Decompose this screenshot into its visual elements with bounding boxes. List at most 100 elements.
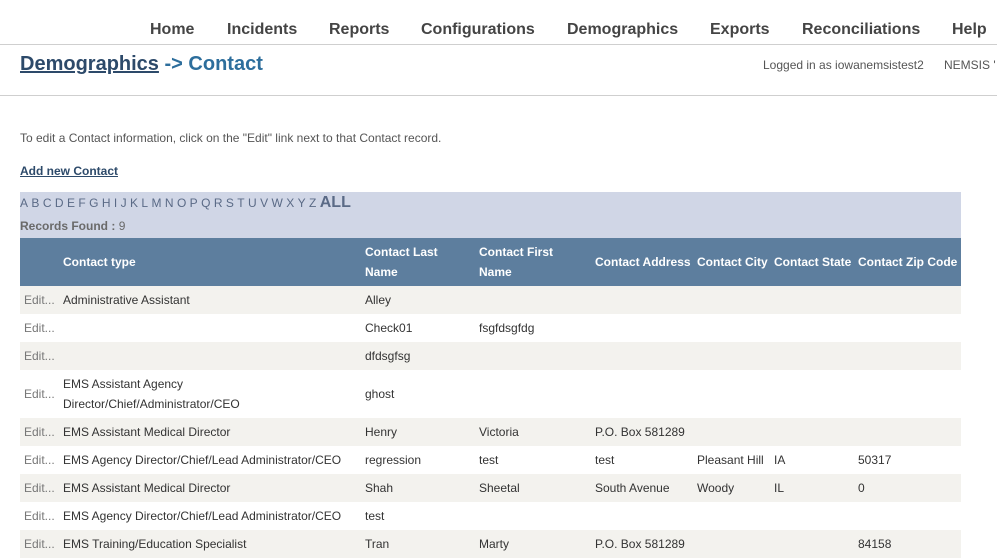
alphabet-filter: A B C D E F G H I J K L M N O P Q R S T U V W X Y Z ALL Records Fo… bbox=[20, 192, 961, 238]
records-found-count: 9 bbox=[118, 219, 126, 233]
filter-letter-v[interactable]: V bbox=[260, 196, 268, 210]
header-contact-address: Contact Address bbox=[595, 255, 691, 269]
cell-first-name bbox=[479, 286, 589, 314]
cell-city bbox=[697, 370, 769, 418]
filter-letter-q[interactable]: Q bbox=[201, 196, 210, 210]
nav-help[interactable]: Help bbox=[952, 21, 987, 39]
cell-zip-code: 0 bbox=[858, 481, 865, 495]
table-row: Edit... Administrative Assistant Alley bbox=[20, 286, 961, 314]
edit-link[interactable]: Edit... bbox=[24, 474, 55, 502]
cell-zip-code: 84158 bbox=[858, 537, 892, 551]
edit-link[interactable]: Edit... bbox=[24, 446, 55, 474]
filter-letter-m[interactable]: M bbox=[151, 196, 161, 210]
filter-letter-u[interactable]: U bbox=[248, 196, 257, 210]
cell-contact-type bbox=[63, 342, 358, 370]
edit-link[interactable]: Edit... bbox=[24, 418, 55, 446]
edit-link[interactable]: Edit... bbox=[24, 502, 55, 530]
cell-state: IL bbox=[774, 481, 785, 495]
cell-first-name: Marty bbox=[479, 537, 509, 551]
cell-last-name: test bbox=[365, 509, 385, 523]
edit-link[interactable]: Edit... bbox=[24, 370, 55, 418]
filter-letter-l[interactable]: L bbox=[141, 196, 148, 210]
cell-state bbox=[774, 502, 852, 530]
cell-state bbox=[774, 418, 852, 446]
cell-city bbox=[697, 418, 769, 446]
add-new-contact-link[interactable]: Add new Contact bbox=[20, 164, 118, 178]
nav-reports[interactable]: Reports bbox=[329, 21, 389, 39]
cell-state bbox=[774, 314, 852, 342]
nav-configurations[interactable]: Configurations bbox=[421, 21, 535, 39]
cell-last-name: ghost bbox=[365, 387, 395, 401]
filter-letter-r[interactable]: R bbox=[214, 196, 223, 210]
cell-first-name: Victoria bbox=[479, 425, 519, 439]
nav-demographics[interactable]: Demographics bbox=[567, 21, 678, 39]
breadcrumb: Demographics -> Contact bbox=[20, 53, 263, 76]
edit-link[interactable]: Edit... bbox=[24, 286, 55, 314]
header-contact-last-name: Contact Last Name bbox=[365, 245, 438, 279]
table-row: Edit... EMS Training/Education Specialist… bbox=[20, 530, 961, 558]
cell-state bbox=[774, 342, 852, 370]
filter-letter-h[interactable]: H bbox=[102, 196, 111, 210]
filter-letter-j[interactable]: J bbox=[121, 196, 127, 210]
nav-incidents[interactable]: Incidents bbox=[227, 21, 297, 39]
header-contact-zip: Contact Zip Code bbox=[858, 255, 958, 269]
cell-contact-type: EMS Assistant Agency Director/Chief/Admi… bbox=[63, 377, 240, 411]
filter-letter-b[interactable]: B bbox=[31, 196, 39, 210]
nav-reconciliations[interactable]: Reconciliations bbox=[802, 21, 920, 39]
edit-link[interactable]: Edit... bbox=[24, 314, 55, 342]
cell-contact-type: EMS Agency Director/Chief/Lead Administr… bbox=[63, 509, 342, 523]
filter-letter-n[interactable]: N bbox=[165, 196, 174, 210]
cell-city bbox=[697, 502, 769, 530]
cell-first-name bbox=[479, 342, 589, 370]
cell-last-name: Shah bbox=[365, 481, 394, 495]
cell-address bbox=[595, 286, 691, 314]
filter-letter-f[interactable]: F bbox=[78, 196, 85, 210]
filter-letter-y[interactable]: Y bbox=[298, 196, 306, 210]
filter-letter-t[interactable]: T bbox=[237, 196, 244, 210]
table-row: Edit... dfdsgfsg bbox=[20, 342, 961, 370]
filter-letter-c[interactable]: C bbox=[43, 196, 52, 210]
filter-all[interactable]: ALL bbox=[320, 194, 351, 211]
cell-last-name: Check01 bbox=[365, 321, 413, 335]
nav-exports[interactable]: Exports bbox=[710, 21, 770, 39]
filter-letter-g[interactable]: G bbox=[89, 196, 98, 210]
table-row: Edit... Check01 fsgfdsgfdg bbox=[20, 314, 961, 342]
header-contact-type: Contact type bbox=[63, 255, 136, 269]
cell-city bbox=[697, 342, 769, 370]
cell-zip-code bbox=[858, 418, 958, 446]
nav-home[interactable]: Home bbox=[150, 21, 194, 39]
cell-state: IA bbox=[774, 453, 786, 467]
filter-letter-i[interactable]: I bbox=[114, 196, 117, 210]
cell-zip-code bbox=[858, 286, 958, 314]
filter-letter-w[interactable]: W bbox=[271, 196, 282, 210]
cell-last-name: dfdsgfsg bbox=[365, 349, 411, 363]
filter-letter-z[interactable]: Z bbox=[309, 196, 316, 210]
edit-link[interactable]: Edit... bbox=[24, 530, 55, 558]
breadcrumb-demographics-link[interactable]: Demographics bbox=[20, 53, 159, 75]
table-row: Edit... EMS Assistant Medical Director Hen… bbox=[20, 418, 961, 446]
filter-letter-p[interactable]: P bbox=[190, 196, 198, 210]
cell-contact-type: EMS Assistant Medical Director bbox=[63, 481, 231, 495]
filter-letter-e[interactable]: E bbox=[67, 196, 75, 210]
cell-city bbox=[697, 530, 769, 558]
breadcrumb-separator: -> bbox=[164, 53, 183, 75]
filter-letter-k[interactable]: K bbox=[130, 196, 138, 210]
nemsis-version: NEMSIS ' bbox=[944, 58, 996, 72]
filter-letter-d[interactable]: D bbox=[55, 196, 64, 210]
cell-address: P.O. Box 581289 bbox=[595, 425, 685, 439]
top-navigation: Home Incidents Reports Configurations De… bbox=[0, 0, 997, 45]
filter-letter-x[interactable]: X bbox=[286, 196, 294, 210]
edit-link[interactable]: Edit... bbox=[24, 342, 55, 370]
cell-contact-type bbox=[63, 314, 358, 342]
filter-letter-a[interactable]: A bbox=[20, 196, 28, 210]
cell-city: Woody bbox=[697, 481, 735, 495]
cell-state bbox=[774, 370, 852, 418]
cell-address bbox=[595, 314, 691, 342]
records-found-label: Records Found : bbox=[20, 219, 116, 233]
filter-letter-o[interactable]: O bbox=[177, 196, 186, 210]
header-contact-city: Contact City bbox=[697, 255, 768, 269]
header-contact-first-name: Contact First Name bbox=[479, 245, 554, 279]
filter-letter-s[interactable]: S bbox=[226, 196, 234, 210]
cell-state bbox=[774, 530, 852, 558]
cell-contact-type: EMS Training/Education Specialist bbox=[63, 537, 247, 551]
